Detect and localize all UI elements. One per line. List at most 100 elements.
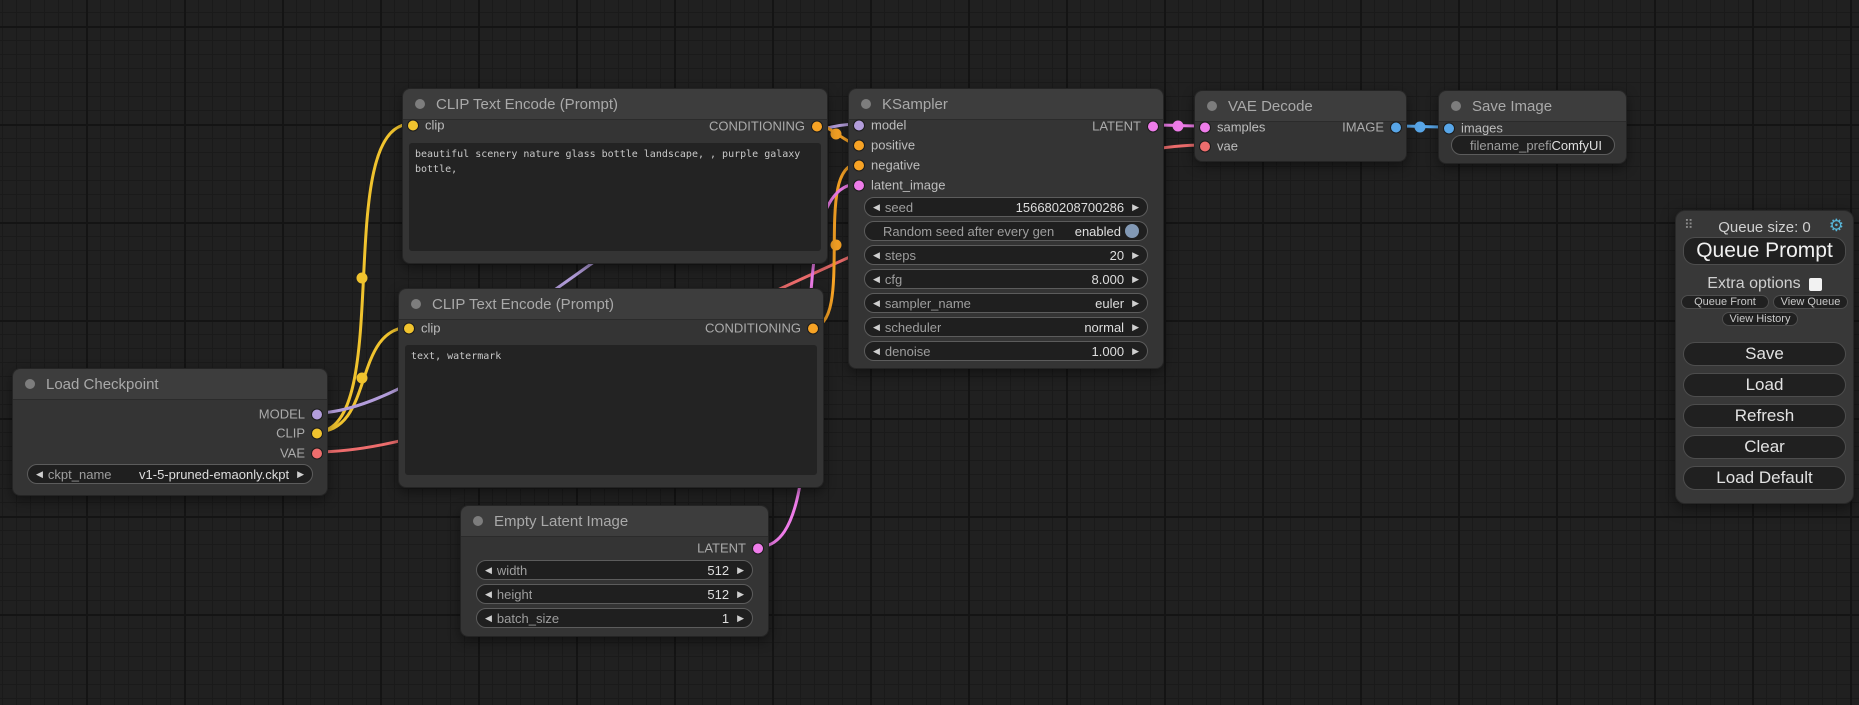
node-save-image[interactable]: Save Image images filename_prefix ComfyU…: [1438, 90, 1627, 164]
collapse-dot-icon[interactable]: [861, 99, 871, 109]
clip-socket-icon[interactable]: [312, 428, 322, 438]
clip-socket-icon[interactable]: [404, 323, 414, 333]
node-title-bar[interactable]: KSampler: [849, 89, 1163, 120]
output-socket-clip[interactable]: CLIP: [276, 426, 322, 441]
model-socket-icon[interactable]: [312, 409, 322, 419]
decrement-arrow-icon[interactable]: [873, 251, 880, 260]
increment-arrow-icon[interactable]: [737, 566, 744, 575]
node-title-bar[interactable]: Empty Latent Image: [461, 506, 768, 537]
widget-denoise[interactable]: denoise 1.000: [864, 341, 1148, 361]
node-load-checkpoint[interactable]: Load Checkpoint MODEL CLIP VAE ckpt_name…: [12, 368, 328, 496]
output-socket-latent[interactable]: LATENT: [1092, 119, 1158, 134]
node-clip-text-encode-positive[interactable]: CLIP Text Encode (Prompt) clip CONDITION…: [402, 88, 828, 264]
link-dot[interactable]: [357, 373, 368, 384]
latent-socket-icon[interactable]: [1148, 121, 1158, 131]
node-graph-canvas[interactable]: Load Checkpoint MODEL CLIP VAE ckpt_name…: [0, 0, 1859, 705]
load-default-button[interactable]: Load Default: [1683, 466, 1846, 490]
link-dot[interactable]: [831, 240, 842, 251]
refresh-button[interactable]: Refresh: [1683, 404, 1846, 428]
collapse-dot-icon[interactable]: [411, 299, 421, 309]
increment-arrow-icon[interactable]: [1132, 275, 1139, 284]
increment-arrow-icon[interactable]: [1132, 203, 1139, 212]
node-vae-decode[interactable]: VAE Decode samples vae IMAGE: [1194, 90, 1407, 162]
link-dot[interactable]: [831, 129, 842, 140]
increment-arrow-icon[interactable]: [1132, 299, 1139, 308]
widget-ckpt-name[interactable]: ckpt_name v1-5-pruned-emaonly.ckpt: [27, 464, 313, 484]
decrement-arrow-icon[interactable]: [873, 347, 880, 356]
clear-button[interactable]: Clear: [1683, 435, 1846, 459]
vae-socket-icon[interactable]: [312, 448, 322, 458]
collapse-dot-icon[interactable]: [1207, 101, 1217, 111]
view-queue-button[interactable]: View Queue: [1773, 295, 1848, 309]
increment-arrow-icon[interactable]: [1132, 323, 1139, 332]
widget-sampler-name[interactable]: sampler_name euler: [864, 293, 1148, 313]
latent-socket-icon[interactable]: [854, 180, 864, 190]
conditioning-socket-icon[interactable]: [854, 140, 864, 150]
image-socket-icon[interactable]: [1391, 122, 1401, 132]
decrement-arrow-icon[interactable]: [873, 323, 880, 332]
output-socket-vae[interactable]: VAE: [280, 446, 322, 461]
image-socket-icon[interactable]: [1444, 123, 1454, 133]
conditioning-socket-icon[interactable]: [812, 121, 822, 131]
input-socket-latent-image[interactable]: latent_image: [854, 178, 945, 193]
conditioning-socket-icon[interactable]: [808, 323, 818, 333]
link-dot[interactable]: [357, 273, 368, 284]
input-socket-clip[interactable]: clip: [404, 321, 441, 336]
increment-arrow-icon[interactable]: [737, 614, 744, 623]
increment-arrow-icon[interactable]: [737, 590, 744, 599]
link-dot[interactable]: [1415, 122, 1426, 133]
widget-scheduler[interactable]: scheduler normal: [864, 317, 1148, 337]
save-button[interactable]: Save: [1683, 342, 1846, 366]
increment-arrow-icon[interactable]: [1132, 347, 1139, 356]
input-socket-images[interactable]: images: [1444, 121, 1503, 136]
decrement-arrow-icon[interactable]: [36, 470, 43, 479]
load-button[interactable]: Load: [1683, 373, 1846, 397]
input-socket-positive[interactable]: positive: [854, 138, 915, 153]
output-socket-conditioning[interactable]: CONDITIONING: [705, 321, 818, 336]
settings-gear-icon[interactable]: ⚙: [1829, 216, 1844, 236]
queue-prompt-button[interactable]: Queue Prompt: [1683, 237, 1846, 265]
node-title-bar[interactable]: CLIP Text Encode (Prompt): [403, 89, 827, 120]
increment-arrow-icon[interactable]: [1132, 251, 1139, 260]
vae-socket-icon[interactable]: [1200, 141, 1210, 151]
node-title-bar[interactable]: Save Image: [1439, 91, 1626, 122]
toggle-on-icon[interactable]: [1125, 224, 1139, 238]
node-ksampler[interactable]: KSampler model positive negative latent_…: [848, 88, 1164, 369]
latent-socket-icon[interactable]: [1200, 122, 1210, 132]
widget-seed[interactable]: seed 156680208700286: [864, 197, 1148, 217]
decrement-arrow-icon[interactable]: [485, 566, 492, 575]
latent-socket-icon[interactable]: [753, 543, 763, 553]
widget-filename-prefix[interactable]: filename_prefix ComfyUI: [1451, 135, 1615, 155]
collapse-dot-icon[interactable]: [25, 379, 35, 389]
prompt-text-area[interactable]: beautiful scenery nature glass bottle la…: [409, 143, 821, 251]
input-socket-samples[interactable]: samples: [1200, 120, 1265, 135]
input-socket-vae[interactable]: vae: [1200, 139, 1238, 154]
conditioning-socket-icon[interactable]: [854, 160, 864, 170]
collapse-dot-icon[interactable]: [473, 516, 483, 526]
node-title-bar[interactable]: Load Checkpoint: [13, 369, 327, 400]
decrement-arrow-icon[interactable]: [485, 614, 492, 623]
view-history-button[interactable]: View History: [1722, 312, 1798, 326]
input-socket-model[interactable]: model: [854, 118, 906, 133]
widget-random-seed-toggle[interactable]: Random seed after every gen enabled: [864, 221, 1148, 241]
prompt-text-area[interactable]: text, watermark: [405, 345, 817, 475]
input-socket-negative[interactable]: negative: [854, 158, 920, 173]
clip-socket-icon[interactable]: [408, 120, 418, 130]
decrement-arrow-icon[interactable]: [485, 590, 492, 599]
widget-cfg[interactable]: cfg 8.000: [864, 269, 1148, 289]
output-socket-model[interactable]: MODEL: [259, 407, 322, 422]
widget-steps[interactable]: steps 20: [864, 245, 1148, 265]
extra-options-checkbox[interactable]: [1809, 278, 1822, 291]
input-socket-clip[interactable]: clip: [408, 118, 445, 133]
link-dot[interactable]: [1173, 121, 1184, 132]
node-clip-text-encode-negative[interactable]: CLIP Text Encode (Prompt) clip CONDITION…: [398, 288, 824, 488]
node-title-bar[interactable]: CLIP Text Encode (Prompt): [399, 289, 823, 320]
collapse-dot-icon[interactable]: [1451, 101, 1461, 111]
collapse-dot-icon[interactable]: [415, 99, 425, 109]
increment-arrow-icon[interactable]: [297, 470, 304, 479]
node-empty-latent-image[interactable]: Empty Latent Image LATENT width 512 heig…: [460, 505, 769, 637]
output-socket-image[interactable]: IMAGE: [1342, 120, 1401, 135]
decrement-arrow-icon[interactable]: [873, 299, 880, 308]
decrement-arrow-icon[interactable]: [873, 275, 880, 284]
queue-front-button[interactable]: Queue Front: [1681, 295, 1769, 309]
